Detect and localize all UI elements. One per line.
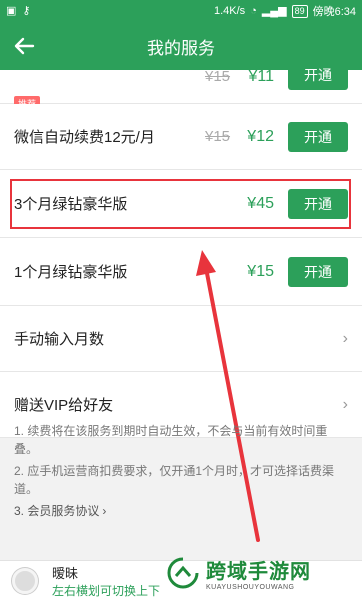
open-button[interactable]: 开通 [288,60,348,90]
back-arrow-icon [14,37,35,55]
service-label: 手动输入月数 [14,331,105,348]
chevron-right-icon: › [102,504,107,518]
service-row-wechat-auto-renew: 微信自动续费12元/月 ¥15 ¥12 开通 [0,104,362,170]
open-button[interactable]: 开通 [288,121,348,152]
watermark-logo-icon [167,557,199,589]
sale-price: ¥11 [248,68,274,85]
song-title: 暧昧 [52,565,79,581]
album-disc-icon [12,567,38,594]
watermark-text: 跨域手游网 [206,561,311,583]
note-carrier: 2. 应手机运营商扣费要求，仅开通1个月时，才可选择话费渠道。 [14,464,335,496]
original-price: ¥15 [205,128,231,145]
service-label: 微信自动续费12元/月 [14,129,155,146]
back-button[interactable] [0,22,48,70]
notification-icon: ▣ [6,4,17,17]
status-bar: ▣ ⚷ 1.4K/s ◔ ▂▄▆ 89 傍晚6:34 [0,0,362,22]
open-button[interactable]: 开通 [288,256,348,287]
battery-level: 89 [291,4,308,18]
signal-icon: ▂▄▆ [261,4,287,17]
agreement-label: 3. 会员服务协议 [14,504,100,518]
page-title: 我的服务 [147,38,215,58]
service-label: 3个月绿钻豪华版 [14,196,128,213]
original-price: ¥15 [205,68,231,85]
chevron-right-icon: › [342,395,348,413]
service-row-1-month: 1个月绿钻豪华版 ¥15 开通 [0,238,362,306]
network-speed: 1.4K/s [214,5,246,17]
wifi-icon: ◔ [250,4,257,17]
status-time: 傍晚6:34 [312,6,356,18]
note-renewal: 1. 续费将在该服务到期时自动生效，不会与当前有效时间重叠。 [14,424,328,456]
service-agreement-link[interactable]: 3. 会员服务协议 › [14,502,348,520]
key-icon: ⚷ [22,4,31,17]
service-label: 赠送VIP给好友 [14,397,114,414]
sale-price: ¥12 [247,127,274,145]
manual-months-row[interactable]: 手动输入月数 › [0,306,362,372]
swipe-hint: 左右横划可切换上下 [52,583,161,598]
watermark-subtext: KUAYUSHOUYOUWANG [206,584,295,591]
sale-price: ¥45 [247,194,274,212]
terms-notes: 1. 续费将在该服务到期时自动生效，不会与当前有效时间重叠。 2. 应手机运营商… [0,418,362,520]
watermark: 跨域手游网 KUAYUSHOUYOUWANG [166,548,356,598]
service-row-recommended: 推荐 ¥15 ¥11 开通 [0,60,362,111]
sale-price: ¥15 [247,262,274,280]
chevron-right-icon: › [342,329,348,347]
service-label: 1个月绿钻豪华版 [14,264,128,281]
service-list: 推荐 ¥15 ¥11 开通 微信自动续费12元/月 ¥15 ¥12 开通 3个月… [0,60,362,438]
open-button[interactable]: 开通 [288,188,348,219]
service-row-3-month: 3个月绿钻豪华版 ¥45 开通 [0,170,362,238]
